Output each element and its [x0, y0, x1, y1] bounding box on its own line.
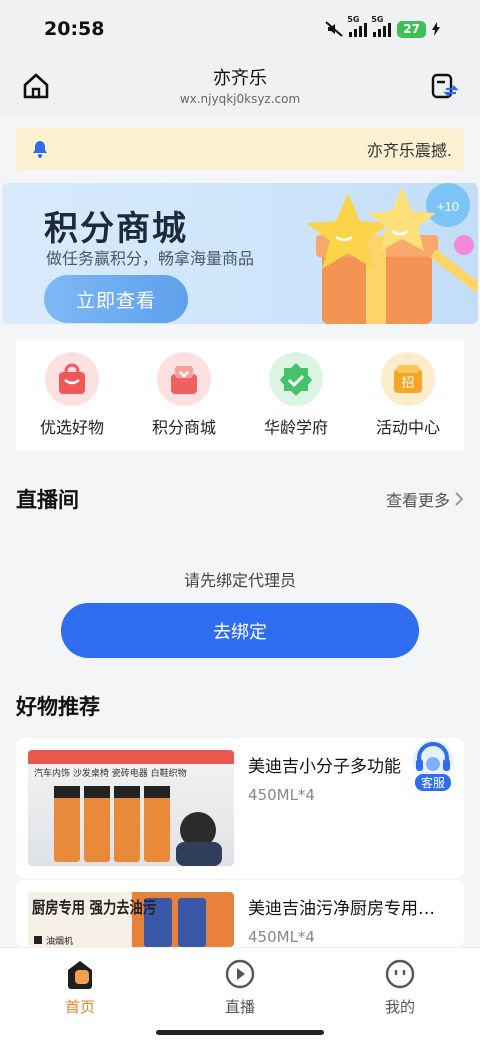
quick-label: 积分商城 [151, 418, 216, 437]
product-image: 厨房专用 强力去油污 油烟机 [28, 892, 234, 947]
status-time: 20:58 [44, 18, 105, 40]
tab-live[interactable]: 直播 [180, 948, 300, 1043]
svg-text:招: 招 [401, 376, 414, 391]
tab-label: 首页 [64, 998, 95, 1016]
charging-icon [432, 22, 440, 36]
switch-account-button[interactable] [428, 70, 460, 102]
chevron-right-icon [455, 492, 464, 506]
tab-home[interactable]: 首页 [20, 948, 140, 1043]
event-ticket-icon: 招 [381, 352, 435, 406]
signal-icon: 5G [347, 15, 368, 37]
quick-nav: 优选好物 积分商城 华龄学府 招 活动中心 [16, 339, 464, 451]
quick-label: 活动中心 [375, 418, 440, 437]
live-section-title: 直播间 [16, 488, 79, 512]
tab-label: 直播 [224, 998, 255, 1016]
product-card[interactable]: 厨房专用 强力去油污 油烟机 美迪吉油污净厨房专用… 450ML*4 [16, 880, 464, 947]
battery-indicator: 27 [397, 20, 426, 38]
recommend-section-title: 好物推荐 [16, 695, 100, 719]
customer-service-button[interactable]: 客服 [406, 738, 460, 794]
product-image-caption: 厨房专用 强力去油污 [32, 898, 156, 917]
tab-mine[interactable]: 我的 [340, 948, 460, 1043]
see-more-label: 查看更多 [385, 491, 450, 510]
gift-box-icon [157, 352, 211, 406]
gift-illustration: +10 [306, 183, 478, 324]
home-icon [23, 73, 49, 99]
banner-badge: +10 [437, 199, 459, 214]
bind-agent-button[interactable]: 去绑定 [61, 603, 419, 658]
product-name: 美迪吉油污净厨房专用… [248, 899, 435, 919]
banner-title: 积分商城 [44, 209, 188, 249]
status-bar: 20:58 5G 5G 27 [0, 0, 480, 58]
page-url: wx.njyqkj0ksyz.com [179, 92, 301, 106]
quick-item-points-mall[interactable]: 积分商城 [134, 352, 234, 438]
banner-subtitle: 做任务赢积分，畅拿海量商品 [46, 249, 255, 268]
home-indicator [156, 1030, 324, 1035]
product-card[interactable]: 汽车内饰 沙发桌椅 瓷砖电器 白鞋织物 美迪吉小分子多功能 450ML*4 [16, 738, 464, 878]
points-mall-banner[interactable]: 积分商城 做任务赢积分，畅拿海量商品 立即查看 +10 [2, 183, 478, 324]
product-spec: 450ML*4 [248, 786, 315, 804]
check-badge-icon [269, 352, 323, 406]
mute-icon [325, 21, 343, 37]
switch-icon [431, 73, 459, 99]
product-image-caption: 汽车内饰 沙发桌椅 瓷砖电器 白鞋织物 [34, 767, 187, 779]
app-header: 亦齐乐 wx.njyqkj0ksyz.com [0, 58, 480, 114]
tab-label: 我的 [384, 998, 415, 1016]
product-image-tag: 油烟机 [46, 935, 73, 947]
customer-service-label: 客服 [414, 774, 451, 791]
status-icons: 5G 5G 27 [325, 15, 440, 38]
play-icon [225, 959, 255, 989]
home-icon [68, 961, 92, 989]
page-title: 亦齐乐 [213, 68, 267, 89]
bell-icon [33, 141, 47, 158]
shopping-bag-icon [45, 352, 99, 406]
quick-item-selected-goods[interactable]: 优选好物 [22, 352, 122, 438]
see-more-link[interactable]: 查看更多 [386, 487, 464, 511]
home-button[interactable] [20, 70, 52, 102]
quick-item-activity-center[interactable]: 招 活动中心 [358, 352, 458, 438]
quick-item-academy[interactable]: 华龄学府 [246, 352, 346, 438]
view-now-button[interactable]: 立即查看 [44, 275, 188, 323]
signal-icon-2: 5G [371, 15, 392, 37]
live-empty-text: 请先绑定代理员 [183, 571, 296, 590]
product-image: 汽车内饰 沙发桌椅 瓷砖电器 白鞋织物 [28, 750, 234, 866]
product-name: 美迪吉小分子多功能 [248, 757, 401, 777]
quick-label: 优选好物 [39, 418, 104, 437]
notice-text: 亦齐乐震撼. [366, 141, 452, 160]
notice-bar[interactable]: 亦齐乐震撼. [16, 128, 464, 170]
bottom-tab-bar: 首页 直播 我的 [0, 947, 480, 1043]
quick-label: 华龄学府 [263, 418, 328, 437]
profile-face-icon [385, 959, 415, 989]
product-spec: 450ML*4 [248, 928, 315, 946]
